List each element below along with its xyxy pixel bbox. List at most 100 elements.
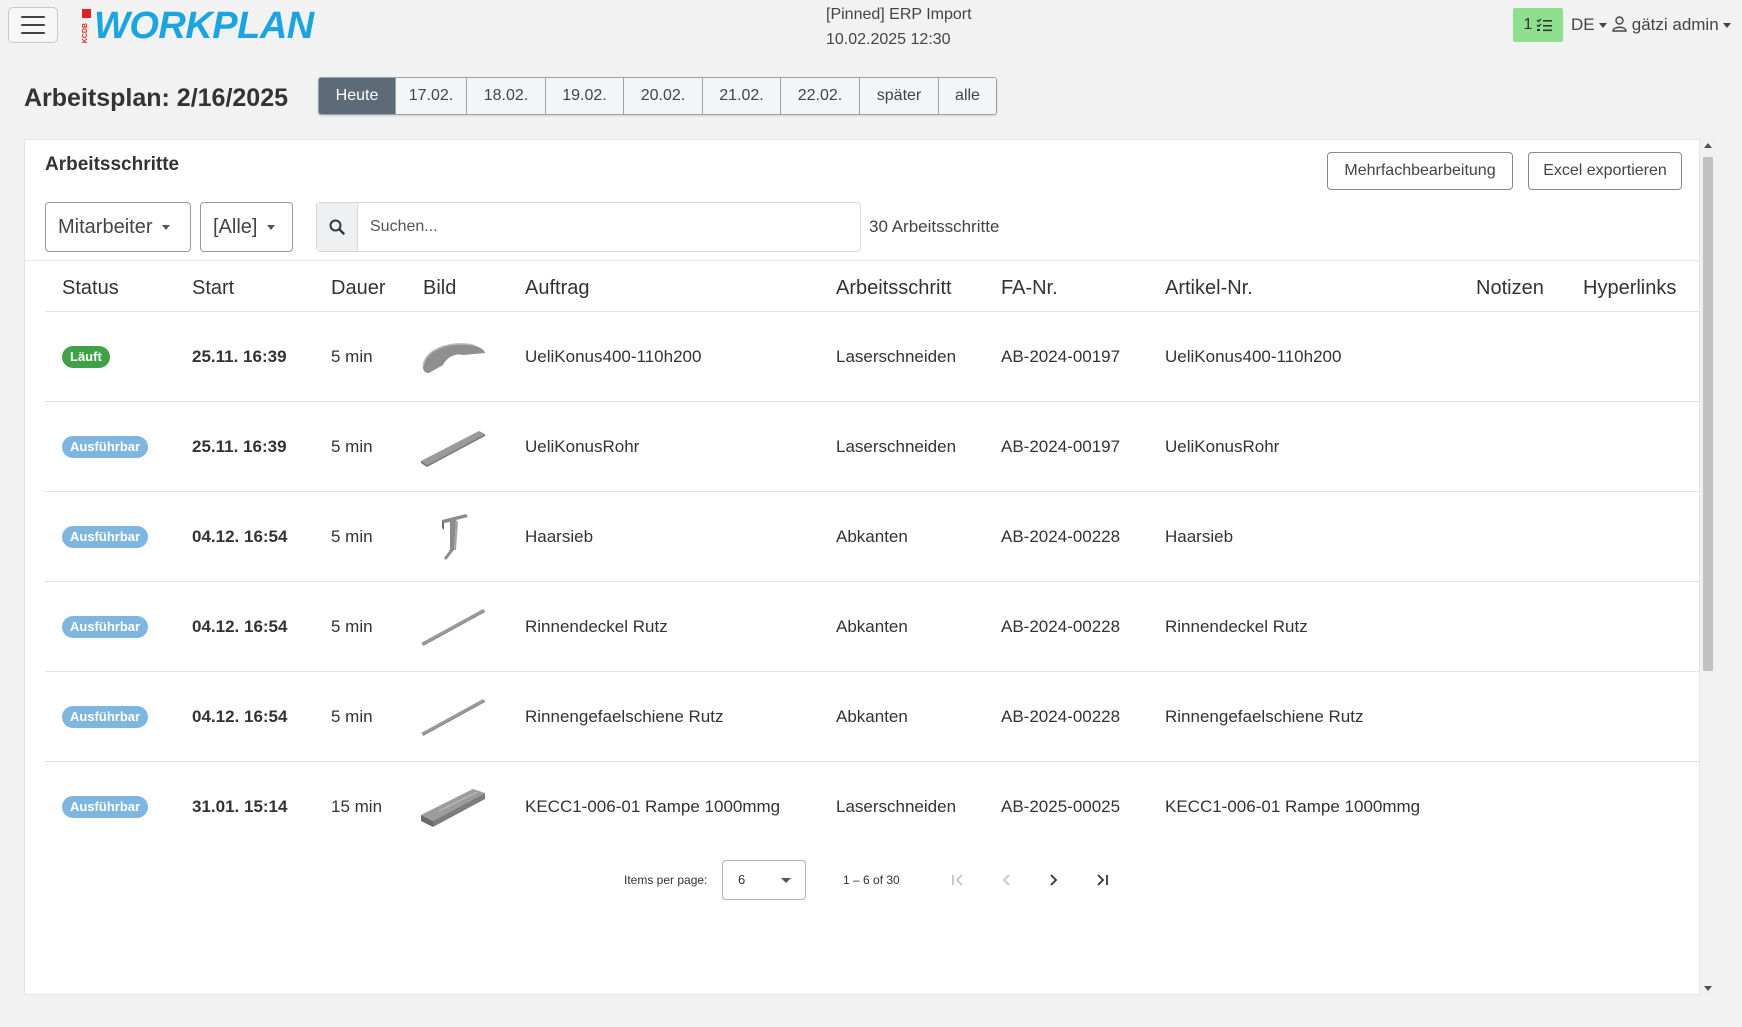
tab-all[interactable]: alle — [939, 78, 996, 114]
image-cell[interactable] — [418, 582, 488, 672]
task-counter-button[interactable]: 1 — [1513, 8, 1563, 42]
status-badge: Ausführbar — [62, 526, 149, 548]
start-cell: 04.12. 16:54 — [192, 527, 288, 546]
fa-number-cell: AB-2024-00197 — [1001, 347, 1121, 366]
tab-date[interactable]: 22.02. — [781, 78, 860, 114]
fa-number-cell: AB-2024-00228 — [1001, 617, 1121, 636]
result-count: 30 Arbeitsschritte — [869, 217, 1000, 236]
part-thumbnail-thin-rail — [418, 687, 488, 747]
article-number-cell: Haarsieb — [1165, 527, 1234, 546]
step-cell: Abkanten — [836, 707, 908, 726]
divider — [25, 260, 1701, 261]
column-header-duration[interactable]: Dauer — [331, 277, 385, 300]
page-size-value: 6 — [738, 872, 746, 887]
chevron-right-icon — [1050, 874, 1058, 886]
sync-info: [Pinned] ERP Import 10.02.2025 12:30 — [826, 2, 972, 52]
image-cell[interactable] — [418, 402, 488, 492]
status-badge: Läuft — [62, 346, 110, 368]
next-page-button[interactable] — [1036, 862, 1072, 898]
fa-number-cell: AB-2024-00228 — [1001, 527, 1121, 546]
image-cell[interactable] — [418, 672, 488, 762]
status-filter-select[interactable]: [Alle] — [200, 202, 293, 252]
table-row[interactable]: Ausführbar 25.11. 16:39 5 min UeliKonusR… — [45, 402, 1701, 492]
start-cell: 04.12. 16:54 — [192, 617, 288, 636]
table-row[interactable]: Ausführbar 31.01. 15:14 15 min KECC1-006… — [45, 762, 1701, 852]
app-logo[interactable]: KCDB WORKPLAN — [82, 6, 314, 46]
scroll-up-arrow-icon[interactable] — [1704, 143, 1712, 148]
employee-filter-select[interactable]: Mitarbeiter — [45, 202, 191, 252]
step-cell: Abkanten — [836, 617, 908, 636]
start-cell: 25.11. 16:39 — [192, 347, 287, 366]
duration-cell: 5 min — [331, 707, 373, 726]
scrollbar-thumb[interactable] — [1703, 157, 1713, 671]
date-tab-group: Heute 17.02. 18.02. 19.02. 20.02. 21.02.… — [318, 77, 997, 115]
column-header-article-number[interactable]: Artikel-Nr. — [1165, 277, 1253, 300]
duration-cell: 5 min — [331, 527, 373, 546]
menu-icon-line — [21, 24, 45, 26]
last-page-button[interactable] — [1084, 862, 1120, 898]
page-title: Arbeitsplan: 2/16/2025 — [24, 84, 289, 112]
sync-timestamp: 10.02.2025 12:30 — [826, 31, 951, 48]
card-title: Arbeitsschritte — [45, 154, 180, 175]
previous-page-button[interactable] — [988, 862, 1024, 898]
image-cell[interactable] — [418, 312, 488, 402]
tab-date[interactable]: 18.02. — [467, 78, 546, 114]
chevron-down-icon — [162, 224, 171, 230]
tab-date[interactable]: 19.02. — [546, 78, 624, 114]
fa-number-cell: AB-2024-00228 — [1001, 707, 1121, 726]
article-number-cell: UeliKonus400-110h200 — [1165, 347, 1342, 366]
scroll-down-arrow-icon[interactable] — [1704, 986, 1712, 991]
sync-source: [Pinned] ERP Import — [826, 6, 972, 23]
search-icon[interactable] — [317, 203, 358, 251]
table-row[interactable]: Ausführbar 04.12. 16:54 5 min Rinnengefa… — [45, 672, 1701, 762]
column-header-order[interactable]: Auftrag — [525, 277, 589, 300]
user-menu[interactable]: gätzi admin — [1612, 15, 1731, 35]
employee-filter-value: Mitarbeiter — [58, 215, 153, 238]
step-cell: Abkanten — [836, 527, 908, 546]
menu-icon-line — [21, 16, 45, 18]
excel-export-button[interactable]: Excel exportieren — [1528, 152, 1682, 190]
column-header-fa-number[interactable]: FA-Nr. — [1001, 277, 1058, 300]
image-cell[interactable] — [418, 492, 488, 582]
first-page-icon — [952, 874, 963, 886]
column-header-start[interactable]: Start — [192, 277, 234, 300]
article-number-cell: KECC1-006-01 Rampe 1000mmg — [1165, 797, 1421, 816]
part-thumbnail-bracket — [418, 507, 488, 567]
page-size-select[interactable]: 6 — [722, 860, 806, 900]
language-label: DE — [1571, 15, 1595, 34]
logo-badge-text: KCDB — [82, 22, 89, 43]
logo-text: WORKPLAN — [94, 5, 314, 47]
column-header-image: Bild — [423, 277, 457, 299]
logo-badge: KCDB — [82, 9, 92, 43]
start-cell: 31.01. 15:14 — [192, 797, 288, 816]
chevron-down-icon — [1722, 23, 1731, 29]
status-badge: Ausführbar — [62, 796, 149, 818]
checklist-icon — [1536, 18, 1553, 32]
step-cell: Laserschneiden — [836, 797, 957, 816]
search-input[interactable] — [358, 203, 860, 251]
tab-date[interactable]: 21.02. — [703, 78, 781, 114]
status-filter-value: [Alle] — [213, 215, 258, 238]
hamburger-menu-button[interactable] — [8, 7, 58, 43]
vertical-scrollbar[interactable] — [1700, 139, 1716, 995]
table-row[interactable]: Ausführbar 04.12. 16:54 5 min Haarsieb A… — [45, 492, 1701, 582]
tab-today[interactable]: Heute — [319, 78, 396, 114]
order-cell: Rinnendeckel Rutz — [525, 617, 668, 636]
bulk-edit-button[interactable]: Mehrfachbearbeitung — [1327, 152, 1513, 190]
table-row[interactable]: Ausführbar 04.12. 16:54 5 min Rinnendeck… — [45, 582, 1701, 672]
column-header-step[interactable]: Arbeitsschritt — [836, 277, 952, 300]
image-cell[interactable] — [418, 762, 488, 852]
first-page-button[interactable] — [940, 862, 976, 898]
tab-later[interactable]: später — [860, 78, 939, 114]
column-header-status[interactable]: Status — [62, 277, 119, 300]
language-dropdown[interactable]: DE — [1571, 15, 1607, 35]
menu-icon-line — [21, 32, 45, 34]
search-field — [316, 202, 861, 252]
order-cell: Rinnengefaelschiene Rutz — [525, 707, 724, 726]
article-number-cell: UeliKonusRohr — [1165, 437, 1280, 456]
duration-cell: 5 min — [331, 437, 373, 456]
table-row[interactable]: Läuft 25.11. 16:39 5 min UeliKonus400-11… — [45, 312, 1701, 402]
column-header-hyperlinks: Hyperlinks — [1583, 277, 1677, 299]
tab-date[interactable]: 17.02. — [396, 78, 467, 114]
tab-date[interactable]: 20.02. — [624, 78, 703, 114]
